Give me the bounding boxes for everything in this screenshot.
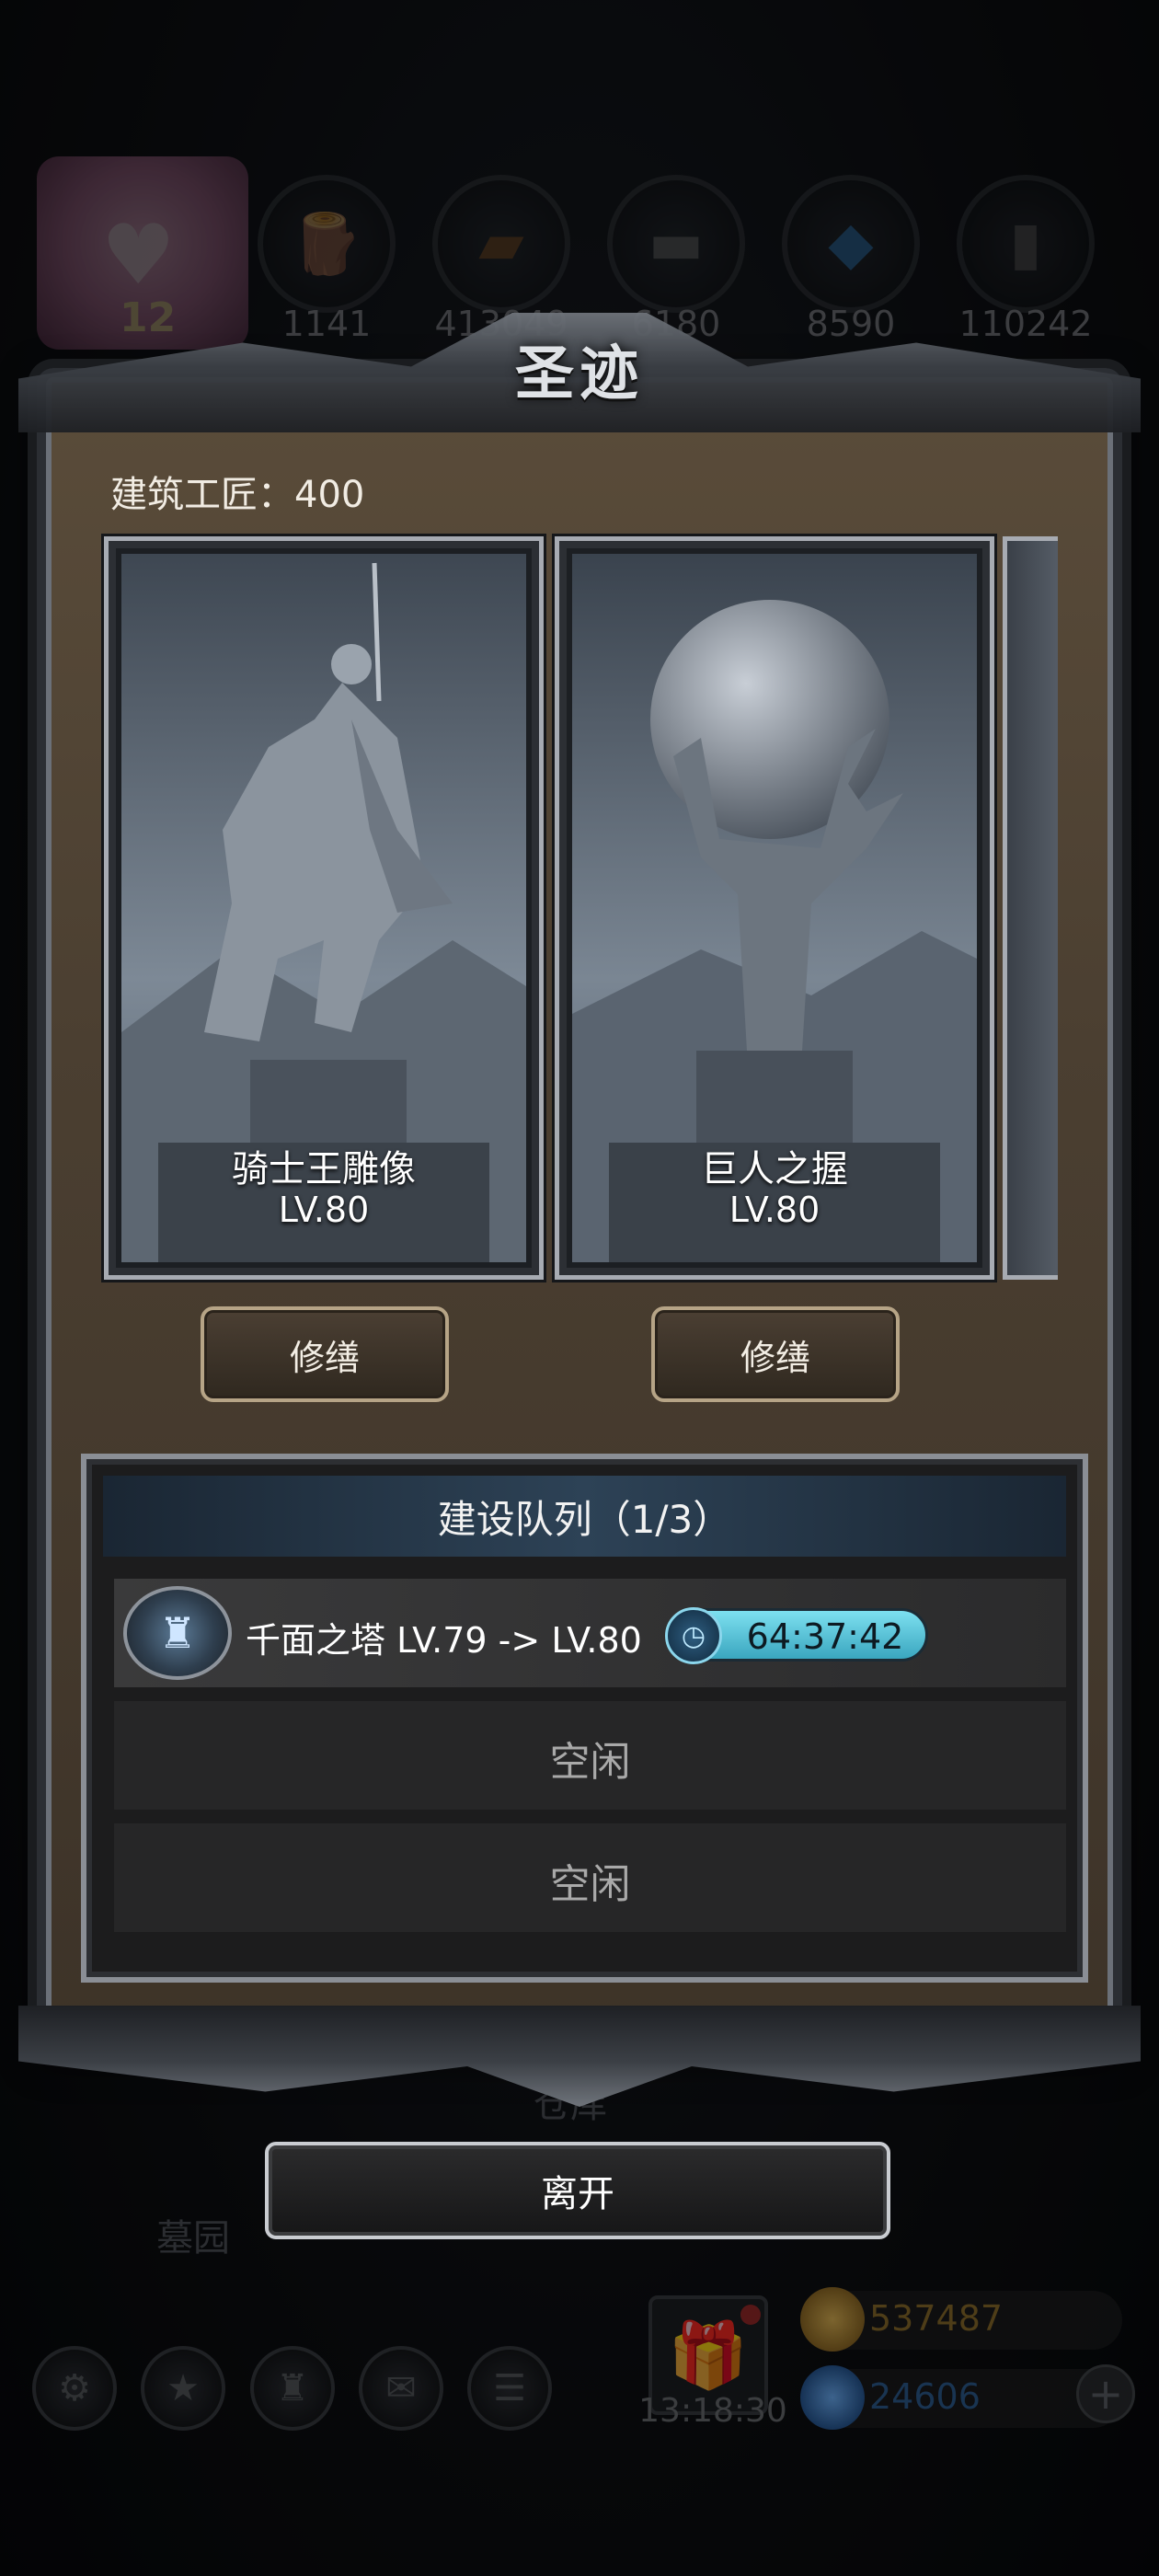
build-queue-title: 建设队列（1/3） (103, 1476, 1066, 1557)
relic-level: LV.80 (278, 1190, 370, 1230)
queue-item-text: 千面之塔 LV.79 -> LV.80 (246, 1620, 642, 1661)
dialog-title: 圣迹 (515, 339, 644, 408)
relic-name: 骑士王雕像 (232, 1148, 416, 1190)
queue-row-idle[interactable]: 空闲 (114, 1823, 1066, 1932)
relic-card-giants-grip[interactable]: 巨人之握 LV.80 (555, 536, 994, 1280)
queue-row-idle[interactable]: 空闲 (114, 1701, 1066, 1810)
builders-count: 建筑工匠：400 (110, 474, 365, 516)
tower-building-icon: ♜ (123, 1586, 232, 1680)
relic-card-next-partial[interactable] (1003, 536, 1058, 1280)
build-timer[interactable]: ◷ 64:37:42 (665, 1607, 928, 1664)
leave-button[interactable]: 离开 (265, 2142, 890, 2239)
idle-label: 空闲 (549, 1861, 631, 1908)
clock-icon: ◷ (665, 1607, 722, 1664)
idle-label: 空闲 (549, 1739, 631, 1786)
relic-name: 巨人之握 (701, 1148, 848, 1190)
relic-level: LV.80 (729, 1190, 820, 1230)
repair-button-knight-king[interactable]: 修缮 (201, 1306, 449, 1402)
queue-row-active[interactable]: ♜ 千面之塔 LV.79 -> LV.80 ◷ 64:37:42 (114, 1579, 1066, 1687)
timer-value: 64:37:42 (746, 1616, 904, 1657)
relic-card-knight-king[interactable]: 骑士王雕像 LV.80 (104, 536, 544, 1280)
repair-button-giants-grip[interactable]: 修缮 (651, 1306, 900, 1402)
build-queue-panel: 建设队列（1/3） ♜ 千面之塔 LV.79 -> LV.80 ◷ 64:37:… (81, 1454, 1088, 1983)
